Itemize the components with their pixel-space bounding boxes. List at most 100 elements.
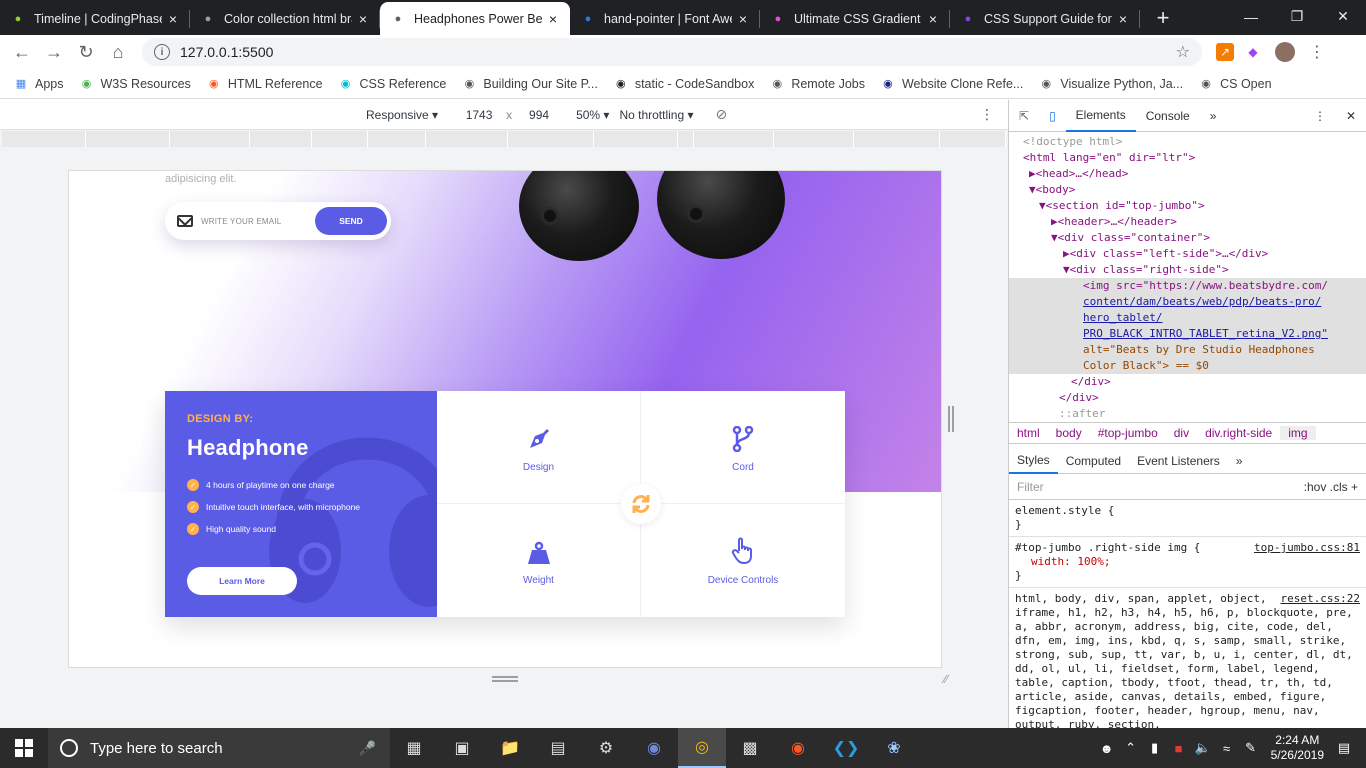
close-tab-icon[interactable]: × xyxy=(546,11,560,27)
close-tab-icon[interactable]: × xyxy=(736,11,750,27)
avatar[interactable] xyxy=(1272,39,1298,65)
store-icon[interactable]: ▣ xyxy=(438,728,486,768)
learn-more-button[interactable]: Learn More xyxy=(187,567,297,595)
tab[interactable]: ● Color collection html brand × xyxy=(190,2,380,35)
star-icon[interactable]: ☆ xyxy=(1176,42,1190,62)
media-query-segment[interactable] xyxy=(170,131,250,147)
dom-node-line[interactable]: ▼<div class="right-side"> xyxy=(1009,262,1366,278)
extension-icon[interactable]: ↗ xyxy=(1216,43,1234,61)
throttle-select[interactable]: No throttling ▾ xyxy=(619,108,693,122)
bookmark-item[interactable]: ◉ CSS Reference xyxy=(339,77,447,91)
steam-icon[interactable]: ⚙ xyxy=(582,728,630,768)
taskbar-search[interactable]: Type here to search 🎤 xyxy=(48,728,390,768)
tab-computed[interactable]: Computed xyxy=(1058,448,1129,474)
tab-console[interactable]: Console xyxy=(1136,100,1200,132)
media-query-segment[interactable] xyxy=(940,131,1006,147)
file-explorer-icon[interactable]: 📁 xyxy=(486,728,534,768)
recorder-icon[interactable]: ◉ xyxy=(774,728,822,768)
media-query-segment[interactable] xyxy=(594,131,678,147)
width-input[interactable]: 1743 xyxy=(452,108,506,122)
height-input[interactable]: 994 xyxy=(512,108,566,122)
rule-body[interactable]: width: 100%; xyxy=(1015,555,1360,569)
feature-cell-design[interactable]: Design xyxy=(437,391,641,504)
dom-node-line[interactable]: ▶<div class="left-side">…</div> xyxy=(1009,246,1366,262)
task-view-icon[interactable]: ▦ xyxy=(390,728,438,768)
close-tab-icon[interactable]: × xyxy=(926,11,940,27)
people-icon[interactable]: ☻ xyxy=(1095,741,1119,756)
forward-icon[interactable]: → xyxy=(38,36,70,68)
home-icon[interactable]: ⌂ xyxy=(102,36,134,68)
media-query-segment[interactable] xyxy=(2,131,86,147)
media-query-segment[interactable] xyxy=(508,131,594,147)
bookmark-item[interactable]: ◉ Remote Jobs xyxy=(770,77,865,91)
close-tab-icon[interactable]: × xyxy=(1116,11,1130,27)
discord-icon[interactable]: ◉ xyxy=(630,728,678,768)
settings-menu-icon[interactable]: ⋮ xyxy=(1304,100,1336,132)
breadcrumb-item[interactable]: body xyxy=(1048,426,1090,440)
tab[interactable]: ● Headphones Power Beats × xyxy=(380,2,570,35)
chrome-icon[interactable]: ◎ xyxy=(678,728,726,768)
dom-node-line[interactable]: Color Black"> == $0 xyxy=(1009,358,1366,374)
windows-start-icon[interactable] xyxy=(0,728,48,768)
filter-input[interactable]: Filter xyxy=(1017,480,1044,494)
close-icon[interactable]: ✕ xyxy=(1320,0,1366,33)
close-devtools-icon[interactable]: ✕ xyxy=(1336,100,1366,132)
rule-body[interactable]: } xyxy=(1015,518,1360,532)
maximize-icon[interactable]: ❐ xyxy=(1274,0,1320,33)
media-query-segment[interactable] xyxy=(312,131,368,147)
media-query-segment[interactable] xyxy=(694,131,774,147)
terminal-icon[interactable]: ▩ xyxy=(726,728,774,768)
extension-icon[interactable]: ◆ xyxy=(1240,39,1266,65)
resize-handle-right[interactable] xyxy=(948,406,954,432)
photos-icon[interactable]: ▤ xyxy=(534,728,582,768)
dom-node-line[interactable]: <!doctype html> xyxy=(1009,134,1366,150)
close-tab-icon[interactable]: × xyxy=(356,11,370,27)
dom-node-line[interactable]: hero_tablet/ xyxy=(1009,310,1366,326)
device-select[interactable]: Responsive ▾ xyxy=(366,108,438,122)
feature-cell-cord[interactable]: Cord xyxy=(641,391,845,504)
back-icon[interactable]: ← xyxy=(6,36,38,68)
close-tab-icon[interactable]: × xyxy=(166,11,180,27)
bookmark-item[interactable]: ◉ Building Our Site P... xyxy=(462,77,598,91)
feature-cell-device-controls[interactable]: Device Controls xyxy=(641,504,845,617)
tab[interactable]: ● CSS Support Guide for Email × xyxy=(950,2,1140,35)
more-tabs-icon[interactable]: » xyxy=(1228,448,1251,474)
breadcrumb-item[interactable]: #top-jumbo xyxy=(1090,426,1166,440)
dom-node-line[interactable]: content/dam/beats/web/pdp/beats-pro/ xyxy=(1009,294,1366,310)
rule-source-link[interactable]: reset.css:22 xyxy=(1281,592,1360,606)
inspect-icon[interactable]: ⇱ xyxy=(1009,100,1039,132)
tab[interactable]: ● hand-pointer | Font Awesome × xyxy=(570,2,760,35)
breadcrumb-item[interactable]: div xyxy=(1166,426,1197,440)
bookmark-item[interactable]: ◉ Visualize Python, Ja... xyxy=(1039,77,1184,91)
media-query-segment[interactable] xyxy=(86,131,170,147)
zoom-select[interactable]: 50% ▾ xyxy=(576,108,609,122)
dom-node-line[interactable]: ::after xyxy=(1009,406,1366,422)
media-query-segment[interactable] xyxy=(678,131,694,147)
breadcrumb-item[interactable]: img xyxy=(1280,426,1316,440)
tab[interactable]: ● Timeline | CodingPhase × xyxy=(0,2,190,35)
filter-tools[interactable]: :hov .cls + xyxy=(1304,480,1366,494)
dom-node-line[interactable]: ▼<body> xyxy=(1009,182,1366,198)
tab-event-listeners[interactable]: Event Listeners xyxy=(1129,448,1228,474)
new-tab-button[interactable]: + xyxy=(1148,3,1178,33)
more-tabs-icon[interactable]: » xyxy=(1200,100,1227,132)
dom-node-line[interactable]: </div> xyxy=(1009,374,1366,390)
tab-styles[interactable]: Styles xyxy=(1009,448,1058,474)
resize-corner-icon[interactable]: ∕∕ xyxy=(944,672,948,686)
battery-icon[interactable]: ▮ xyxy=(1143,740,1167,756)
dom-node-line[interactable]: ▼<section id="top-jumbo"> xyxy=(1009,198,1366,214)
send-button[interactable]: SEND xyxy=(315,207,387,235)
vscode-icon[interactable]: ❮❯ xyxy=(822,728,870,768)
bookmark-item[interactable]: ◉ W3S Resources xyxy=(80,77,191,91)
email-input[interactable]: WRITE YOUR EMAIL xyxy=(201,217,311,226)
media-query-segment[interactable] xyxy=(368,131,426,147)
microphone-icon[interactable]: 🎤 xyxy=(359,740,376,757)
bookmark-item[interactable]: ◉ static - CodeSandbox xyxy=(614,77,754,91)
minimize-icon[interactable]: — xyxy=(1228,0,1274,33)
url-field[interactable]: i 127.0.0.1:5500 ☆ xyxy=(142,38,1202,66)
dom-node-line[interactable]: </div> xyxy=(1009,390,1366,406)
chevron-up-icon[interactable]: ⌃ xyxy=(1119,740,1143,756)
resize-handle-bottom[interactable] xyxy=(492,676,518,682)
dom-node-line[interactable]: ▶<head>…</head> xyxy=(1009,166,1366,182)
feature-cell-weight[interactable]: Weight xyxy=(437,504,641,617)
